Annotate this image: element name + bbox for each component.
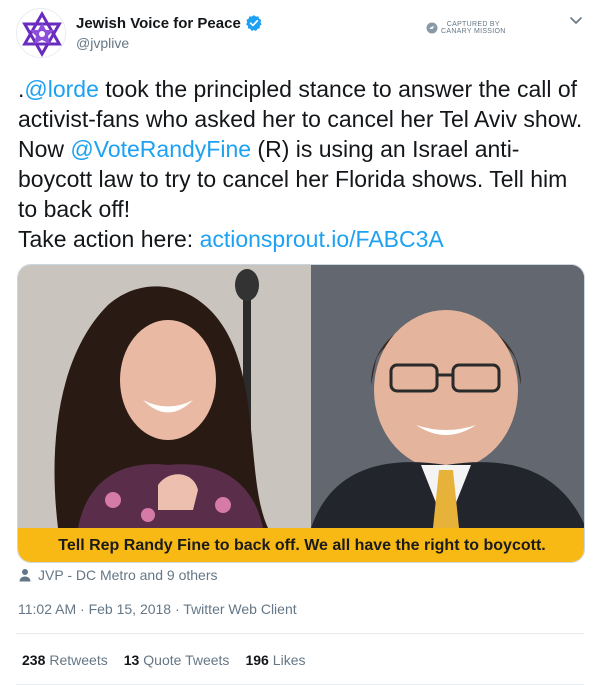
retweets-label: Retweets xyxy=(49,652,108,668)
quote-tweets-stat[interactable]: 13 Quote Tweets xyxy=(124,652,230,668)
verified-badge-icon xyxy=(245,15,262,31)
photo-randy-fine-illustration xyxy=(311,265,584,528)
captured-badge-text: CAPTURED BY CANARY MISSION xyxy=(441,21,506,35)
tweet-date[interactable]: Feb 15, 2018 xyxy=(89,601,172,617)
tweet-link[interactable]: actionsprout.io/FABC3A xyxy=(200,226,444,252)
photo-lorde-illustration xyxy=(18,265,311,528)
tweet-link[interactable]: @lorde xyxy=(24,76,99,102)
quote-tweets-count: 13 xyxy=(123,652,140,668)
tweet-media[interactable]: Tell Rep Randy Fine to back off. We all … xyxy=(17,264,585,563)
tagged-people-text[interactable]: JVP - DC Metro and 9 others xyxy=(38,567,217,583)
tweet-card: Jewish Voice for Peace @jvplive CAPTURED… xyxy=(0,0,600,685)
tweet-link[interactable]: @VoteRandyFine xyxy=(70,136,251,162)
tweet-meta: 11:02 AM · Feb 15, 2018 · Twitter Web Cl… xyxy=(18,601,297,617)
canary-logo-icon xyxy=(426,22,438,34)
captured-badge: CAPTURED BY CANARY MISSION xyxy=(426,21,506,35)
photo-randy-fine xyxy=(311,265,584,528)
media-banner-text: Tell Rep Randy Fine to back off. We all … xyxy=(58,537,546,554)
retweets-count: 238 xyxy=(22,652,46,668)
chevron-down-icon[interactable] xyxy=(568,12,584,28)
tweet-client[interactable]: Twitter Web Client xyxy=(183,601,296,617)
captured-line-1: CAPTURED BY xyxy=(446,21,500,28)
likes-stat[interactable]: 196 Likes xyxy=(245,652,305,668)
media-banner: Tell Rep Randy Fine to back off. We all … xyxy=(18,528,584,562)
likes-label: Likes xyxy=(272,652,306,668)
captured-line-2: CANARY MISSION xyxy=(441,28,506,35)
tagged-people[interactable]: JVP - DC Metro and 9 others xyxy=(18,567,217,583)
tweet-time[interactable]: 11:02 AM xyxy=(18,601,76,617)
retweets-stat[interactable]: 238 Retweets xyxy=(22,652,108,668)
star-of-david-logo-icon xyxy=(17,9,65,57)
divider-top xyxy=(16,633,584,634)
author-handle[interactable]: @jvplive xyxy=(76,35,129,51)
author-avatar[interactable] xyxy=(16,8,66,58)
person-icon xyxy=(19,569,31,582)
meta-separator-1: · xyxy=(80,601,89,617)
author-name[interactable]: Jewish Voice for Peace xyxy=(76,14,263,32)
tweet-text: .@lorde took the principled stance to an… xyxy=(18,74,588,254)
tweet-stats: 238 Retweets 13 Quote Tweets 196 Likes xyxy=(22,652,321,668)
quote-tweets-label: Quote Tweets xyxy=(143,652,230,668)
photo-lorde xyxy=(18,265,311,528)
author-name-text[interactable]: Jewish Voice for Peace xyxy=(76,15,241,32)
likes-count: 196 xyxy=(245,652,269,668)
